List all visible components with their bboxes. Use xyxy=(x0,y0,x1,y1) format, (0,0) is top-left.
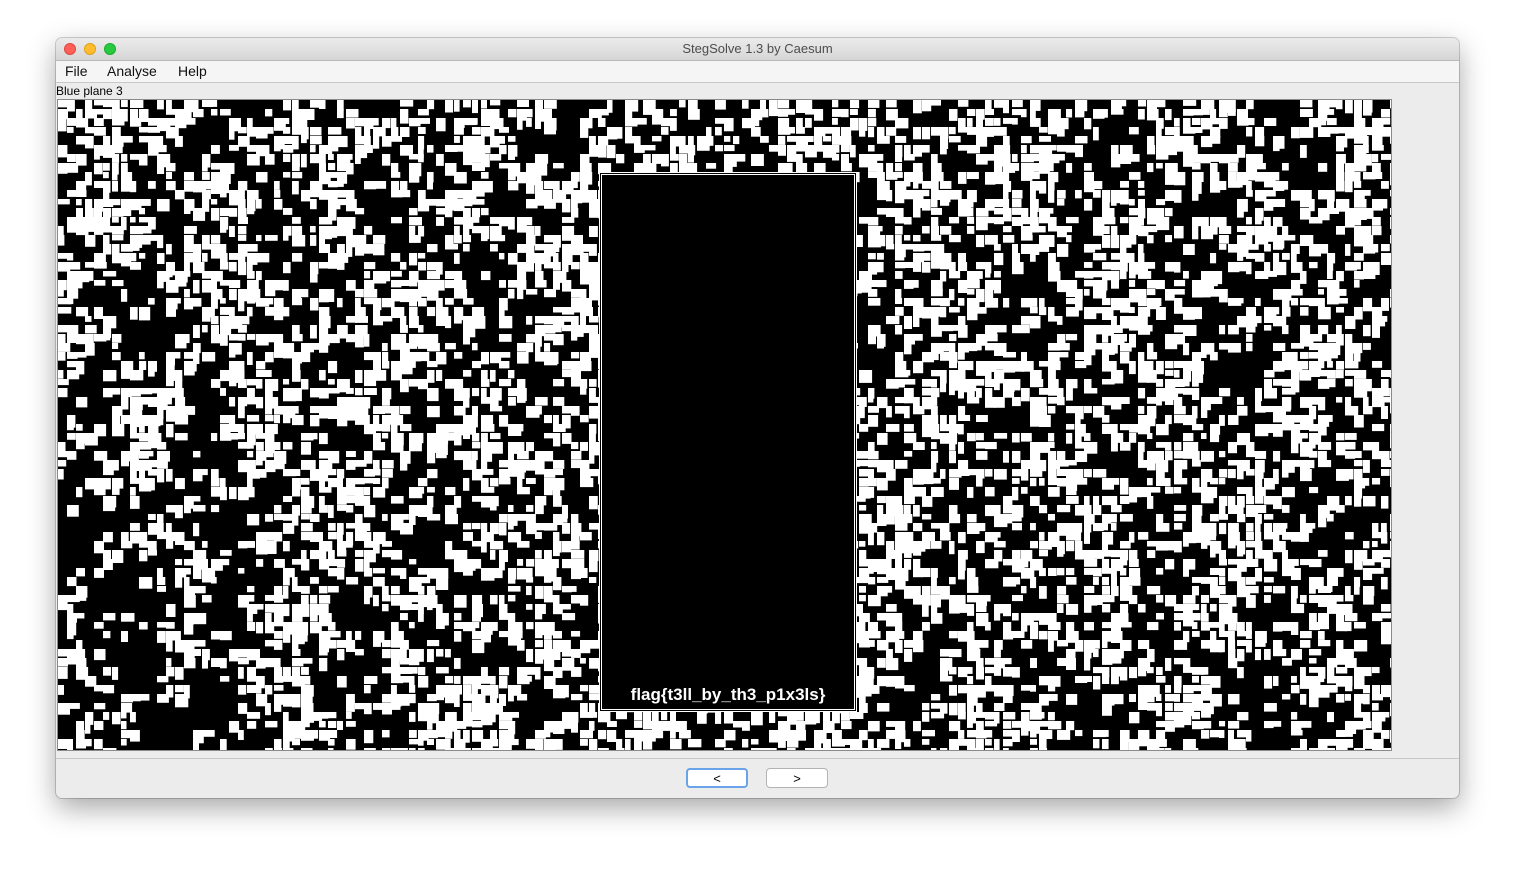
image-view: flag{t3ll_by_th3_p1x3ls} xyxy=(57,99,1392,751)
hidden-rectangle xyxy=(599,172,857,712)
menu-help[interactable]: Help xyxy=(178,63,207,79)
title-bar: StegSolve 1.3 by Caesum xyxy=(56,38,1459,61)
next-plane-button[interactable]: > xyxy=(766,768,828,788)
menu-analyse[interactable]: Analyse xyxy=(107,63,157,79)
flag-text: flag{t3ll_by_th3_p1x3ls} xyxy=(630,685,826,704)
divider xyxy=(56,758,1459,759)
window-title: StegSolve 1.3 by Caesum xyxy=(682,41,833,56)
stegsolve-window: StegSolve 1.3 by Caesum File Analyse Hel… xyxy=(56,38,1459,798)
menu-bar: File Analyse Help xyxy=(56,61,1459,83)
previous-plane-button[interactable]: < xyxy=(686,768,748,788)
menu-file[interactable]: File xyxy=(65,63,88,79)
plane-label: Blue plane 3 xyxy=(56,84,123,98)
